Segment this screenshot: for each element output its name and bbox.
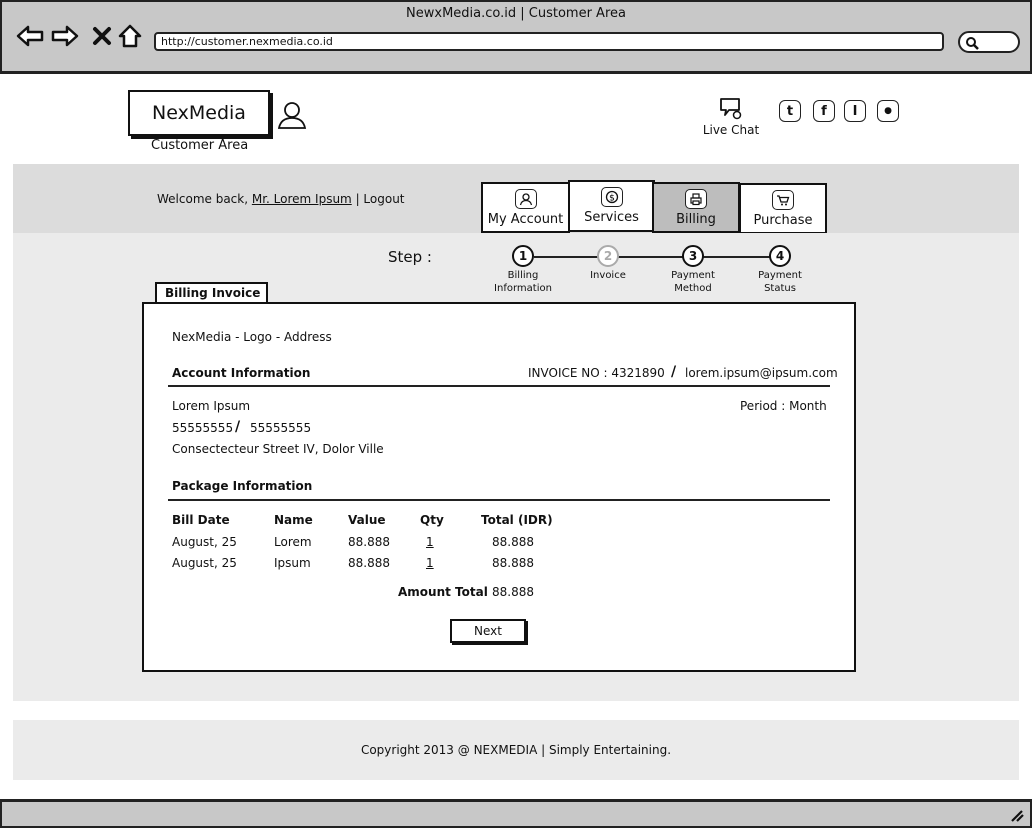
- step-name-line: Method: [674, 283, 712, 294]
- tab-billing[interactable]: Billing: [652, 182, 740, 233]
- column-header: Name: [274, 513, 313, 527]
- user-icon: [276, 100, 308, 133]
- search-icon: [966, 37, 979, 50]
- printer-icon: [685, 189, 707, 209]
- phone-1: 55555555: [172, 421, 234, 435]
- step-4-name: Payment Status: [740, 269, 820, 295]
- dollar-icon: $: [600, 187, 623, 207]
- step-2-name: Invoice: [568, 269, 648, 282]
- step-4-indicator: 4: [769, 245, 791, 267]
- qty-field[interactable]: 1: [426, 535, 434, 549]
- step-label: Step :: [388, 248, 432, 266]
- billing-invoice-tab[interactable]: Billing Invoice: [155, 282, 268, 302]
- table-cell: August, 25: [172, 535, 237, 549]
- table-cell: August, 25: [172, 556, 237, 570]
- tab-services[interactable]: $ Services: [568, 180, 655, 232]
- package-divider: [168, 499, 830, 501]
- step-3-name: Payment Method: [653, 269, 733, 295]
- invoice-separator: /: [671, 364, 677, 380]
- step-1-name: Billing Information: [483, 269, 563, 295]
- step-connector: [534, 256, 774, 258]
- table-cell: 88.888: [348, 556, 390, 570]
- forward-arrow-icon[interactable]: [51, 22, 79, 50]
- customer-name: Lorem Ipsum: [172, 399, 251, 413]
- tab-label: Services: [584, 210, 639, 225]
- tumblr-icon[interactable]: I: [844, 100, 866, 122]
- browser-status-bar: [0, 799, 1032, 828]
- live-chat-button[interactable]: Live Chat: [700, 96, 762, 137]
- phone-2: 55555555: [250, 421, 312, 435]
- account-divider: [168, 385, 830, 387]
- step-name-line: Billing: [507, 270, 539, 281]
- column-header: Qty: [420, 513, 444, 527]
- twitter-icon[interactable]: t: [779, 100, 801, 122]
- user-name-link[interactable]: Mr. Lorem Ipsum: [252, 192, 352, 206]
- window-title: NewxMedia.co.id | Customer Area: [406, 6, 626, 21]
- amount-total-label: Amount Total: [398, 585, 488, 599]
- table-cell: 88.888: [492, 556, 534, 570]
- browser-search-field[interactable]: [958, 31, 1020, 53]
- table-cell: Lorem: [274, 535, 312, 549]
- package-info-heading: Package Information: [172, 479, 313, 493]
- tab-label: Billing: [676, 212, 716, 227]
- tab-label: Purchase: [753, 213, 813, 228]
- step-name-line: Information: [494, 283, 552, 294]
- billing-period: Period : Month: [740, 399, 827, 413]
- resize-grip-icon[interactable]: [1008, 808, 1024, 826]
- customer-address: Consectecteur Street IV, Dolor Ville: [172, 442, 384, 456]
- company-line: NexMedia - Logo - Address: [172, 330, 332, 344]
- flickr-icon[interactable]: ●: [877, 100, 899, 122]
- cart-icon: [772, 190, 794, 210]
- column-header: Value: [348, 513, 386, 527]
- logout-link[interactable]: Logout: [363, 192, 404, 206]
- next-button[interactable]: Next: [450, 619, 526, 643]
- table-cell: 88.888: [348, 535, 390, 549]
- stop-icon[interactable]: [88, 22, 116, 50]
- column-header: Bill Date: [172, 513, 230, 527]
- customer-area-subtitle: Customer Area: [151, 138, 249, 153]
- welcome-message: Welcome back, Mr. Lorem Ipsum | Logout: [157, 192, 405, 206]
- site-logo[interactable]: NexMedia: [128, 90, 270, 136]
- facebook-icon[interactable]: f: [813, 100, 835, 122]
- url-bar[interactable]: http://customer.nexmedia.co.id: [154, 32, 944, 51]
- chat-bubble-icon: [720, 98, 742, 120]
- account-info-heading: Account Information: [172, 366, 311, 380]
- tab-label: My Account: [487, 212, 564, 227]
- tab-my-account[interactable]: My Account: [481, 182, 570, 233]
- welcome-prefix: Welcome back,: [157, 192, 252, 206]
- step-name-line: Payment: [758, 270, 802, 281]
- home-icon[interactable]: [116, 22, 144, 50]
- welcome-separator: |: [351, 192, 364, 206]
- table-cell: 88.888: [492, 535, 534, 549]
- back-arrow-icon[interactable]: [16, 22, 44, 50]
- step-name-line: Invoice: [590, 270, 626, 281]
- step-name-line: Status: [764, 283, 796, 294]
- svg-text:$: $: [609, 194, 615, 204]
- account-email: lorem.ipsum@ipsum.com: [685, 366, 838, 380]
- step-2-indicator: 2: [597, 245, 619, 267]
- step-3-indicator: 3: [682, 245, 704, 267]
- footer-copyright: Copyright 2013 @ NEXMEDIA | Simply Enter…: [360, 743, 672, 757]
- qty-field[interactable]: 1: [426, 556, 434, 570]
- step-name-line: Payment: [671, 270, 715, 281]
- step-1-indicator: 1: [512, 245, 534, 267]
- table-cell: Ipsum: [274, 556, 311, 570]
- phone-separator: /: [235, 419, 241, 435]
- column-header: Total (IDR): [481, 513, 553, 527]
- invoice-number: INVOICE NO : 4321890: [528, 366, 665, 380]
- tab-purchase[interactable]: Purchase: [739, 183, 827, 234]
- amount-total-value: 88.888: [492, 585, 534, 599]
- live-chat-label: Live Chat: [702, 123, 760, 137]
- account-icon: [514, 189, 537, 209]
